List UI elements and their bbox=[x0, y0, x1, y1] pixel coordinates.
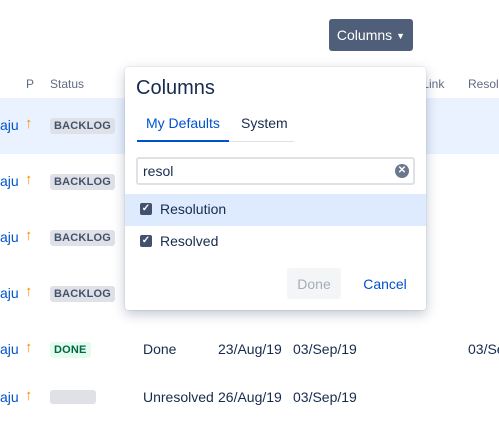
created-cell: 26/Aug/19 bbox=[218, 389, 282, 405]
active-tab-indicator bbox=[137, 140, 229, 142]
cancel-button[interactable]: Cancel bbox=[355, 268, 415, 299]
assignee-link[interactable]: aju bbox=[0, 389, 19, 405]
status-badge: DONE bbox=[50, 342, 91, 358]
resolved-cell: 03/Se bbox=[468, 341, 499, 357]
column-option-label: Resolved bbox=[160, 233, 219, 249]
priority-high-icon: ↑ bbox=[25, 227, 33, 244]
column-search: ✕ bbox=[136, 157, 415, 185]
header-status[interactable]: Status bbox=[50, 77, 84, 91]
updated-cell: 03/Sep/19 bbox=[293, 341, 357, 357]
priority-high-icon: ↑ bbox=[25, 171, 33, 188]
header-priority[interactable]: P bbox=[26, 77, 34, 91]
column-search-input[interactable] bbox=[143, 162, 383, 180]
assignee-link[interactable]: aju bbox=[0, 341, 19, 357]
checkbox-checked-icon[interactable]: ✓ bbox=[140, 235, 152, 247]
status-badge bbox=[50, 390, 96, 404]
created-cell: 23/Aug/19 bbox=[218, 341, 282, 357]
assignee-link[interactable]: aju bbox=[0, 229, 19, 245]
priority-high-icon: ↑ bbox=[25, 115, 33, 132]
assignee-link[interactable]: aju bbox=[0, 117, 19, 133]
columns-popup: Columns My Defaults System ✕ ✓ Resolutio… bbox=[125, 67, 426, 310]
checkbox-checked-icon[interactable]: ✓ bbox=[140, 203, 152, 215]
done-button[interactable]: Done bbox=[287, 268, 341, 299]
resolution-cell: Unresolved bbox=[143, 389, 214, 405]
status-badge: BACKLOG bbox=[50, 118, 116, 134]
chevron-down-icon: ▼ bbox=[396, 30, 406, 41]
header-resolved[interactable]: Resol bbox=[468, 77, 499, 91]
column-option-label: Resolution bbox=[160, 201, 227, 217]
clear-search-icon[interactable]: ✕ bbox=[395, 164, 409, 178]
column-option-resolved[interactable]: ✓ Resolved bbox=[125, 226, 426, 258]
tab-my-defaults[interactable]: My Defaults bbox=[146, 115, 220, 131]
popup-title: Columns bbox=[136, 77, 215, 99]
tab-system[interactable]: System bbox=[241, 115, 288, 131]
assignee-link[interactable]: aju bbox=[0, 173, 19, 189]
priority-high-icon: ↑ bbox=[25, 283, 33, 300]
resolution-cell: Done bbox=[143, 341, 177, 357]
columns-button[interactable]: Columns ▼ bbox=[329, 19, 413, 51]
table-row[interactable]: aju ↑ DONE Done 23/Aug/19 03/Sep/19 03/S… bbox=[0, 322, 499, 378]
status-badge: BACKLOG bbox=[50, 286, 116, 302]
columns-button-label: Columns bbox=[336, 27, 393, 43]
priority-high-icon: ↑ bbox=[25, 339, 33, 356]
status-badge: BACKLOG bbox=[50, 174, 116, 190]
status-badge: BACKLOG bbox=[50, 230, 116, 246]
table-row[interactable]: aju ↑ Unresolved 26/Aug/19 03/Sep/19 bbox=[0, 378, 499, 434]
column-option-resolution[interactable]: ✓ Resolution bbox=[125, 194, 426, 226]
assignee-link[interactable]: aju bbox=[0, 285, 19, 301]
updated-cell: 03/Sep/19 bbox=[293, 389, 357, 405]
